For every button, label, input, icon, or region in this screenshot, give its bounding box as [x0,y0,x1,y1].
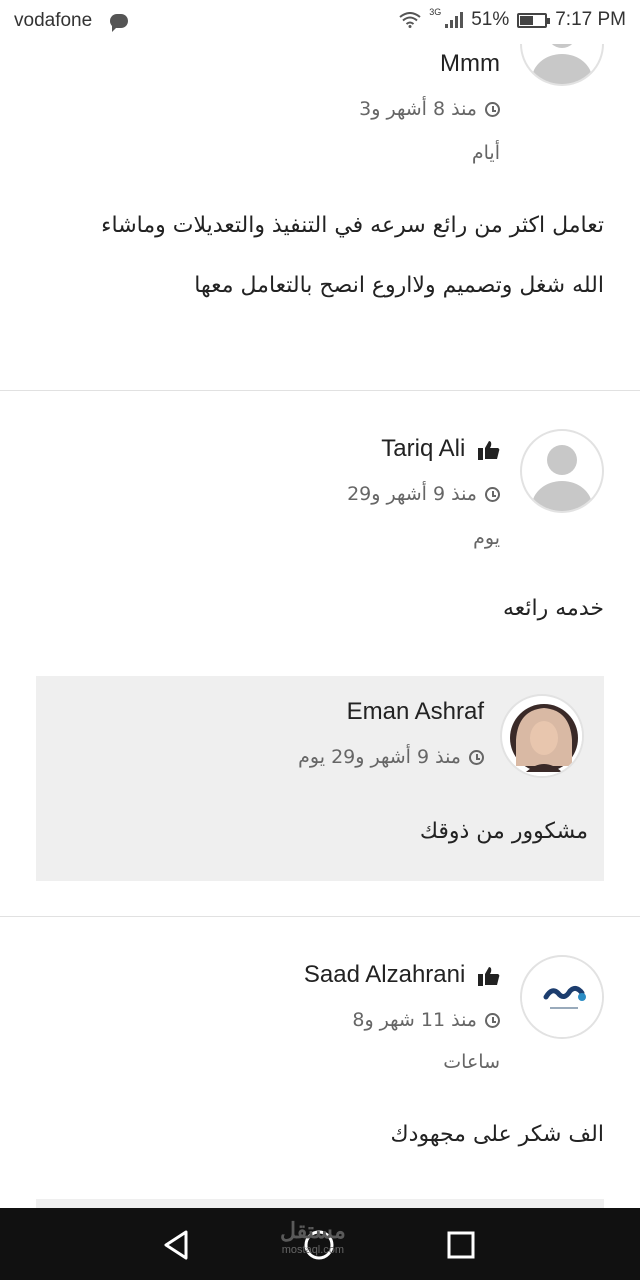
chat-icon [110,14,128,32]
watermark-english: mostaql.com [281,1244,345,1256]
comment-date: منذ 8 أشهر و3 [359,90,500,128]
comment-date: منذ 11 شهر و8 [352,1001,500,1039]
thumbs-up-icon [478,966,500,986]
comment-text: تعامل اكثر من رائع سرعه في التنفيذ والتع… [101,213,604,238]
clock-icon [469,750,484,765]
network-type: 3G [429,7,442,17]
reply-date: منذ 9 أشهر و29 يوم [298,738,484,776]
comment-text: الف شكر على مجهودك [390,1122,604,1147]
reply-name[interactable]: Eman Ashraf [347,698,484,726]
wifi-icon [399,12,421,28]
status-icons: 3G 51% 7:17 PM [399,7,626,31]
commenter-name[interactable]: Saad Alzahrani [304,961,500,989]
watermark-arabic: مستقل [280,1218,346,1243]
comment-date-cont: يوم [473,527,500,549]
clock-icon [485,1013,500,1028]
recents-icon[interactable] [444,1228,478,1262]
carrier-name: vodafone [14,10,93,31]
back-icon[interactable] [160,1228,194,1262]
thumbs-up-icon [478,440,500,460]
comment-text: خدمه رائعه [503,596,604,621]
status-bar: vodafone 3G 51% 7:17 PM [0,0,640,44]
avatar[interactable] [520,955,604,1039]
comment-date-cont: أيام [471,142,500,164]
battery-percent: 51% [471,9,510,30]
clock-time: 7:17 PM [555,9,626,30]
comment: Saad Alzahrani منذ 11 شهر و8 ساعات الف ش… [0,917,640,1209]
comment-text: الله شغل وتصميم ولااروع انصح بالتعامل مع… [194,273,604,298]
watermark: مستقل mostaql.com [280,1218,346,1256]
clock-icon [485,102,500,117]
commenter-name[interactable]: Tariq Ali [381,435,500,463]
avatar[interactable] [520,429,604,513]
comment: Mmm منذ 8 أشهر و3 أيام تعامل اكثر من رائ… [0,0,640,390]
comment: Tariq Ali منذ 9 أشهر و29 يوم خدمه رائعه … [0,391,640,916]
reply-avatar[interactable] [500,694,584,778]
reply-text: مشكوور من ذوقك [419,819,588,844]
battery-icon [517,12,551,28]
signal-icon [445,12,464,28]
comment-date-cont: ساعات [443,1051,500,1073]
navigation-bar: مستقل mostaql.com [0,1208,640,1280]
clock-icon [485,487,500,502]
comment-date: منذ 9 أشهر و29 [347,475,500,513]
reply-box: Eman Ashraf منذ 9 أشهر و29 يوم مشكوور من… [36,676,604,881]
commenter-name[interactable]: Mmm [440,50,500,78]
